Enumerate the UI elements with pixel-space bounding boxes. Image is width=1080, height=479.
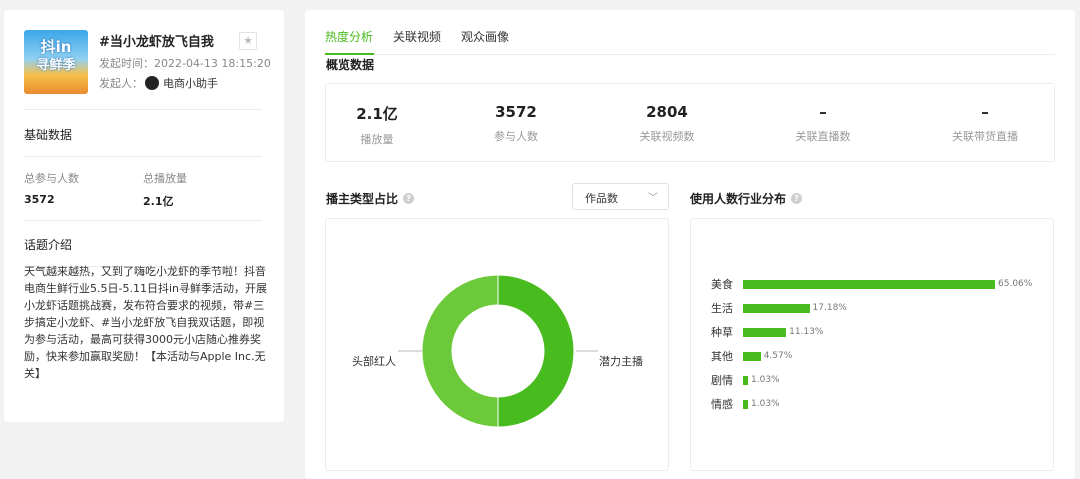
creator-type-title: 播主类型占比 ? [326,190,415,207]
overview-stat-plays: 2.1亿 播放量 [307,103,447,147]
topic-panel: 抖in 寻鲜季 #当小龙虾放飞自我 ★ 发起时间：2022-04-13 18:1… [4,10,284,422]
overview-stat-sales-lives: – 关联带货直播 [915,103,1055,144]
bar-生活[interactable] [743,303,810,313]
donut-chart [398,274,598,428]
tab-bar: 热度分析 关联视频 观众画像 [325,28,509,45]
divider [24,109,262,110]
stat-label: 关联带货直播 [952,130,1018,143]
chevron-down-icon: ﹀ [648,193,658,204]
avatar [145,76,159,90]
donut-card: 头部红人 潜力主播 [325,218,669,471]
stat-value: – [819,103,827,121]
metric-select[interactable]: 作品数 ﹀ [572,183,669,210]
overview-stat-lives: – 关联直播数 [753,103,893,144]
bar-其他[interactable] [743,351,761,361]
bar-category-label: 生活 [711,302,733,315]
bar-category-label: 美食 [711,278,733,291]
divider [24,156,262,157]
help-icon[interactable]: ? [791,193,803,204]
overview-title: 概览数据 [326,58,375,72]
bar-category-label: 剧情 [711,374,733,387]
bar-value-label: 4.57% [763,351,793,361]
topic-title: #当小龙虾放飞自我 [99,35,214,50]
stat-value: 2.1亿 [356,105,398,123]
tab-audience-profile[interactable]: 观众画像 [461,28,509,45]
plays-value: 2.1亿 [143,195,174,208]
bar-category-label: 其他 [711,350,733,363]
tab-active-indicator [325,53,374,55]
donut-label: 潜力主播 [599,355,643,368]
tab-related-videos[interactable]: 关联视频 [393,28,441,45]
bar-value-label: 65.06% [998,279,1033,289]
tab-divider [325,54,1055,55]
help-icon[interactable]: ? [403,193,415,204]
bar-种草[interactable] [743,327,787,337]
industry-distribution-title: 使用人数行业分布 ? [690,190,803,207]
topic-created-time: 发起时间：2022-04-13 18:15:20 [99,57,271,70]
donut-slice-头部红人[interactable] [421,274,499,428]
overview-box: 2.1亿 播放量 3572 参与人数 2804 关联视频数 – 关联直播数 – … [325,83,1055,162]
donut-slice-潜力主播[interactable] [497,274,575,428]
creator-type-title-text: 播主类型占比 [326,192,399,206]
bar-row: 剧情 1.03% [711,373,780,387]
bar-剧情[interactable] [743,375,748,385]
industry-title-text: 使用人数行业分布 [690,192,787,206]
topic-intro-title: 话题介绍 [24,238,73,252]
stat-value: 3572 [495,103,537,121]
topic-intro-text: 天气越来越热，又到了嗨吃小龙虾的季节啦！抖音电商生鲜行业5.5日-5.11日抖i… [24,265,267,380]
divider [24,220,262,221]
metric-select-value: 作品数 [585,192,618,205]
stat-value: – [981,103,989,121]
initiator-label: 发起人： [99,77,143,90]
bar-value-label: 11.13% [789,327,824,337]
donut-label: 头部红人 [352,355,396,368]
overview-stat-participants: 3572 参与人数 [446,103,586,144]
stat-label: 播放量 [360,133,394,146]
star-icon[interactable]: ★ [239,32,257,50]
stat-label: 参与人数 [494,130,538,143]
bar-美食[interactable] [743,279,995,289]
overview-stat-videos: 2804 关联视频数 [597,103,737,144]
bar-category-label: 情感 [711,398,733,411]
analysis-panel: 热度分析 关联视频 观众画像 概览数据 2.1亿 播放量 3572 参与人数 2… [305,10,1075,479]
initiator-name[interactable]: 电商小助手 [163,75,218,91]
bar-row: 情感 1.03% [711,397,780,411]
participants-label: 总参与人数 [24,172,79,185]
bar-row: 种草 11.13% [711,325,823,339]
bar-row: 美食 65.06% [711,277,1032,291]
basic-data-title: 基础数据 [24,128,73,142]
topic-initiator: 发起人： 电商小助手 [99,75,218,91]
thumbnail-text: 寻鲜季 [36,58,76,73]
industry-bar-card: 美食 65.06% 生活 17.18% 种草 11.13% 其他 4.57% 剧情 1.03% 情感… [690,218,1054,471]
topic-thumbnail: 抖in 寻鲜季 [24,30,88,94]
stat-label: 关联直播数 [795,130,851,143]
bar-value-label: 1.03% [751,399,780,409]
tab-heat-analysis[interactable]: 热度分析 [325,28,373,45]
bar-情感[interactable] [743,399,748,409]
bar-value-label: 17.18% [812,303,847,313]
bar-row: 生活 17.18% [711,301,847,315]
stat-label: 关联视频数 [639,130,695,143]
bar-category-label: 种草 [711,326,733,339]
participants-value: 3572 [24,193,55,206]
stat-value: 2804 [646,103,688,121]
bar-value-label: 1.03% [751,375,780,385]
bar-row: 其他 4.57% [711,349,792,363]
plays-label: 总播放量 [143,172,187,185]
